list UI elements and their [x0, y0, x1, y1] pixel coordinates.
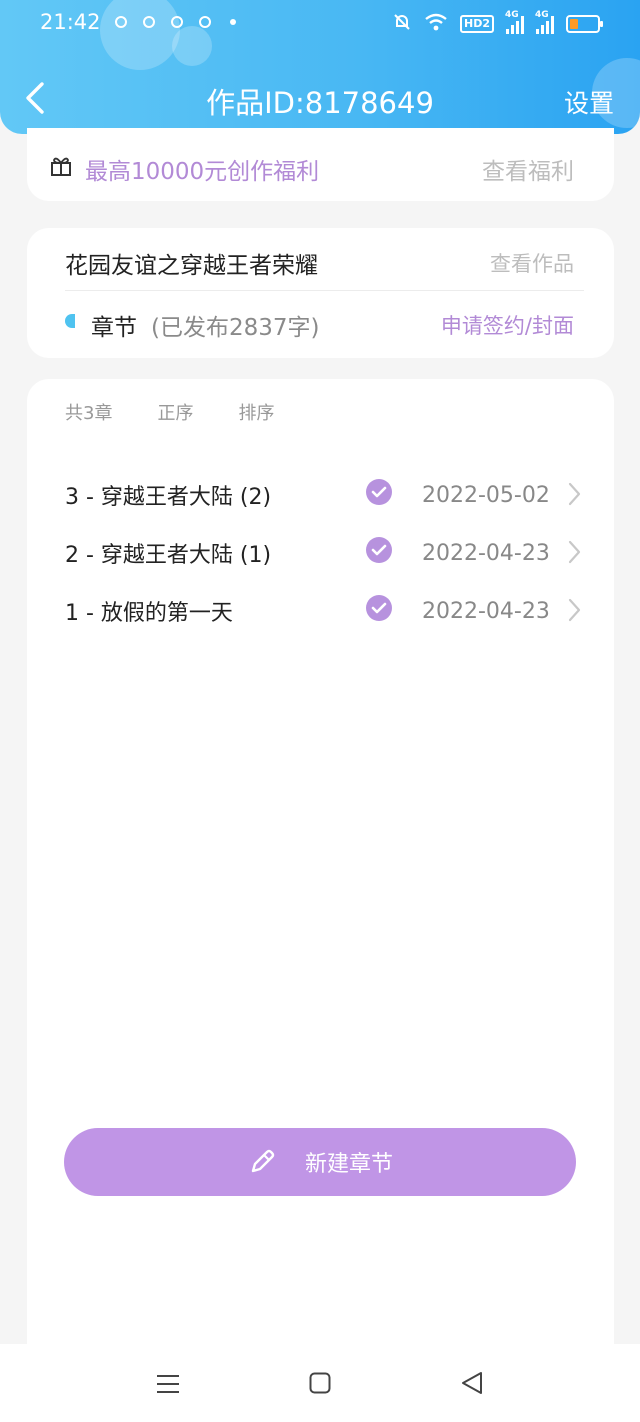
chapter-date: 2022-04-23 — [422, 541, 550, 566]
app-notification-icon — [114, 14, 128, 28]
work-card: 花园友谊之穿越王者荣耀 查看作品 章节 (已发布2837字) 申请签约/封面 — [27, 228, 614, 358]
divider — [65, 290, 584, 291]
chapter-date: 2022-04-23 — [422, 599, 550, 624]
chapter-title: 3 - 穿越王者大陆 (2) — [65, 485, 272, 510]
more-notifications-dot — [226, 14, 240, 28]
status-time: 21:42 — [40, 10, 101, 34]
page-title: 作品ID:8178649 — [206, 86, 434, 120]
chapter-row[interactable]: 3 - 穿越王者大陆 (2) 2022-05-02 — [27, 479, 614, 529]
settings-button[interactable]: 设置 — [564, 84, 614, 120]
chevron-right-icon — [568, 482, 581, 506]
app-header: 21:42 HD2 4G 4G 作品ID:8178649 设置 — [0, 0, 640, 134]
pencil-icon — [251, 1149, 275, 1173]
chapter-title: 2 - 穿越王者大陆 (1) — [65, 543, 272, 568]
notification-icons — [114, 14, 240, 28]
home-icon[interactable] — [309, 1372, 331, 1394]
chevron-right-icon — [568, 598, 581, 622]
view-work-link[interactable]: 查看作品 — [490, 248, 574, 278]
system-nav-bar — [0, 1344, 640, 1422]
chapter-title: 1 - 放假的第一天 — [65, 601, 233, 626]
decor-bubble — [172, 26, 212, 66]
status-icons: HD2 4G 4G — [392, 10, 603, 36]
chapter-row[interactable]: 1 - 放假的第一天 2022-04-23 — [27, 595, 614, 645]
app-notification-icon — [170, 14, 184, 28]
section-marker-icon — [65, 314, 75, 328]
gift-icon — [51, 157, 71, 176]
battery-icon — [566, 15, 603, 33]
view-benefits-link[interactable]: 查看福利 — [482, 152, 574, 186]
app-notification-icon — [198, 14, 212, 28]
check-icon — [366, 479, 392, 505]
benefit-card[interactable]: 最高10000元创作福利 查看福利 — [27, 128, 614, 201]
wifi-icon — [424, 12, 448, 36]
list-toolbar: 共3章 正序 排序 — [65, 399, 274, 425]
signal-icon: 4G — [535, 10, 554, 34]
new-chapter-button[interactable]: 新建章节 — [64, 1128, 576, 1196]
chevron-right-icon — [568, 540, 581, 564]
decor-bubble — [100, 0, 180, 70]
benefit-text: 最高10000元创作福利 — [85, 159, 320, 185]
chapter-list-card: 共3章 正序 排序 3 - 穿越王者大陆 (2) 2022-05-02 2 - … — [27, 379, 614, 1359]
app-notification-icon — [142, 14, 156, 28]
sort-button[interactable]: 排序 — [238, 399, 274, 425]
chapter-date: 2022-05-02 — [422, 483, 550, 508]
hd-badge: HD2 — [460, 15, 494, 33]
nav-back-icon[interactable] — [460, 1371, 484, 1395]
apply-sign-cover-link[interactable]: 申请签约/封面 — [441, 310, 574, 340]
published-word-count: (已发布2837字) — [151, 315, 320, 341]
signal-icon: 4G — [505, 10, 524, 34]
order-toggle[interactable]: 正序 — [157, 399, 193, 425]
chapter-row[interactable]: 2 - 穿越王者大陆 (1) 2022-04-23 — [27, 537, 614, 587]
mute-bell-icon — [392, 12, 412, 36]
work-title: 花园友谊之穿越王者荣耀 — [65, 253, 318, 279]
chapter-label: 章节 — [91, 315, 137, 341]
menu-icon[interactable] — [156, 1372, 180, 1396]
new-chapter-label: 新建章节 — [304, 1152, 393, 1177]
chapter-count: 共3章 — [65, 403, 113, 424]
check-icon — [366, 595, 392, 621]
check-icon — [366, 537, 392, 563]
